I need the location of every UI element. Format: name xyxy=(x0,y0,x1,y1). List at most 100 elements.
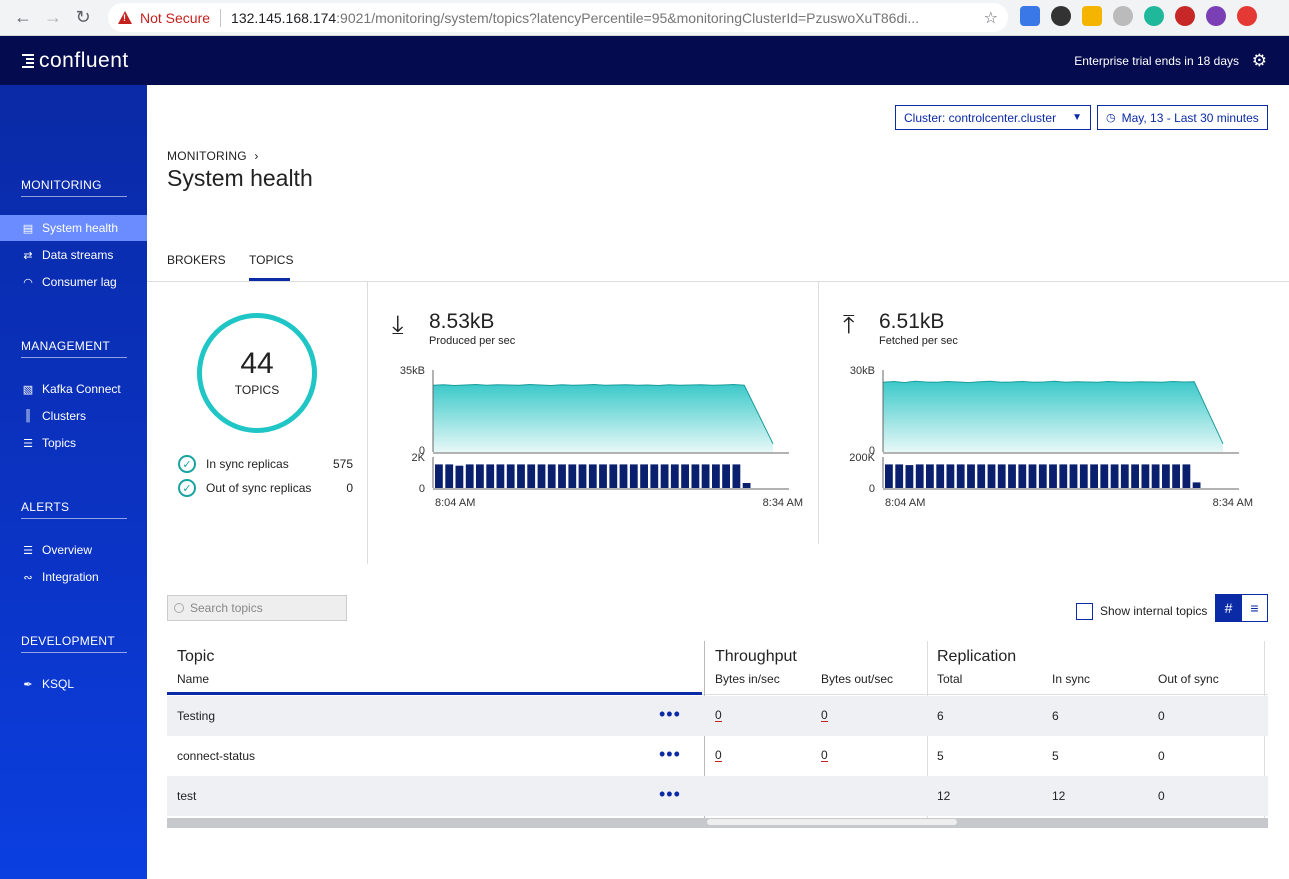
table-row[interactable]: test ••• 12 12 0 xyxy=(167,776,1268,816)
bytes-in[interactable]: 0 xyxy=(715,749,722,762)
bar xyxy=(895,464,904,488)
sidebar-item-integration[interactable]: ∾ Integration xyxy=(0,564,147,590)
bar xyxy=(956,464,965,488)
bar xyxy=(435,464,443,488)
bar-view-button[interactable]: ≡ xyxy=(1241,594,1268,622)
bytes-out[interactable]: 0 xyxy=(821,709,828,722)
bar xyxy=(1069,464,1078,488)
sidebar-item-kafka-connect[interactable]: ▧ Kafka Connect xyxy=(0,376,147,402)
sidebar-item-overview[interactable]: ☰ Overview xyxy=(0,537,147,563)
gear-icon[interactable]: ⚙ xyxy=(1252,51,1267,71)
bar xyxy=(1182,464,1191,488)
bar xyxy=(486,464,495,488)
more-options-icon[interactable]: ••• xyxy=(659,744,681,765)
table-row[interactable]: connect-status ••• 0 0 5 5 0 xyxy=(167,736,1268,776)
replicas-total: 5 xyxy=(937,749,944,763)
extension-icon[interactable] xyxy=(1020,6,1040,26)
table-row[interactable]: Testing ••• 0 0 6 6 0 xyxy=(167,696,1268,736)
sidebar-item-ksql[interactable]: ✒ KSQL xyxy=(0,671,147,697)
replicas-out-of-sync: 0 xyxy=(1158,709,1165,723)
col-in-sync[interactable]: In sync xyxy=(1052,672,1090,686)
streams-icon: ⇄ xyxy=(23,249,33,262)
topic-name[interactable]: connect-status xyxy=(177,749,255,763)
update-icon[interactable] xyxy=(1237,6,1257,26)
sidebar-item-consumer-lag[interactable]: ◠ Consumer lag xyxy=(0,269,147,295)
tab-brokers[interactable]: BROKERS xyxy=(167,253,226,267)
more-options-icon[interactable]: ••• xyxy=(659,704,681,725)
sidebar-item-clusters[interactable]: ║ Clusters xyxy=(0,403,147,429)
replicas-in-sync: 5 xyxy=(1052,749,1059,763)
sidebar-item-data-streams[interactable]: ⇄ Data streams xyxy=(0,242,147,268)
cluster-selector[interactable]: Cluster: controlcenter.cluster ▼ xyxy=(895,105,1091,130)
sidebar-item-topics[interactable]: ☰ Topics xyxy=(0,430,147,456)
back-icon[interactable]: ← xyxy=(8,3,38,33)
confluent-logo[interactable]: confluent xyxy=(22,49,129,73)
bar xyxy=(465,464,474,488)
area-fill xyxy=(433,384,773,452)
url-host: 132.145.168.174 xyxy=(231,9,337,26)
col-out-of-sync[interactable]: Out of sync xyxy=(1158,672,1219,686)
bookmark-star-icon[interactable]: ☆ xyxy=(984,8,998,28)
address-bar[interactable]: Not Secure 132.145.168.174 :9021/monitor… xyxy=(108,3,1008,32)
bar xyxy=(609,464,618,488)
in-sync-count: 575 xyxy=(332,457,353,471)
browser-toolbar: ← → ↻ Not Secure 132.145.168.174 :9021/m… xyxy=(0,0,1289,36)
sidebar-section-development: DEVELOPMENT xyxy=(21,634,115,648)
bar xyxy=(712,464,720,488)
group-replication: Replication xyxy=(937,648,1017,665)
col-bytes-in[interactable]: Bytes in/sec xyxy=(715,672,780,686)
sidebar-item-system-health[interactable]: ▤ System health xyxy=(0,215,147,241)
scrollbar-thumb[interactable] xyxy=(707,819,957,825)
logo-text: confluent xyxy=(39,48,129,72)
trial-notice: Enterprise trial ends in 18 days xyxy=(1074,53,1239,68)
bytes-in[interactable]: 0 xyxy=(715,709,722,722)
bar xyxy=(905,465,914,488)
replicas-out-of-sync: 0 xyxy=(1158,789,1165,803)
show-internal-topics-checkbox[interactable] xyxy=(1076,603,1093,620)
profile-avatar[interactable] xyxy=(1206,6,1226,26)
ksql-icon: ✒ xyxy=(23,678,33,691)
col-total[interactable]: Total xyxy=(937,672,962,686)
extension-icon[interactable] xyxy=(1144,6,1164,26)
search-input[interactable]: Search topics xyxy=(167,595,347,621)
sort-indicator xyxy=(167,692,702,695)
replicas-total: 12 xyxy=(937,789,951,803)
tab-topics[interactable]: TOPICS xyxy=(249,253,293,267)
sidebar: MONITORING ▤ System health ⇄ Data stream… xyxy=(0,85,147,879)
reload-icon[interactable]: ↻ xyxy=(68,3,98,33)
col-bytes-out[interactable]: Bytes out/sec xyxy=(821,672,893,686)
y-tick-label: 0 xyxy=(869,483,875,495)
col-name[interactable]: Name xyxy=(177,672,209,686)
topic-name[interactable]: Testing xyxy=(177,709,215,723)
forward-icon[interactable]: → xyxy=(38,3,68,33)
extension-icon[interactable] xyxy=(1113,6,1133,26)
show-internal-topics-label: Show internal topics xyxy=(1100,604,1208,618)
bar xyxy=(1008,464,1016,488)
bytes-out[interactable]: 0 xyxy=(821,749,828,762)
bar xyxy=(681,464,689,488)
more-options-icon[interactable]: ••• xyxy=(659,784,681,805)
out-of-sync-replicas-row: ✓ Out of sync replicas 0 xyxy=(178,479,353,497)
horizontal-scrollbar[interactable] xyxy=(167,818,1268,828)
produced-label: Produced per sec xyxy=(429,335,516,347)
breadcrumb[interactable]: MONITORING › xyxy=(167,149,259,163)
bar xyxy=(885,464,893,488)
connect-icon: ▧ xyxy=(22,383,34,396)
bar xyxy=(967,464,975,488)
hash-view-button[interactable]: # xyxy=(1215,594,1242,622)
sidebar-section-management: MANAGEMENT xyxy=(21,339,111,353)
bar xyxy=(1079,464,1088,488)
extension-icon[interactable] xyxy=(1175,6,1195,26)
extensions xyxy=(1020,6,1257,26)
bar xyxy=(445,464,454,488)
bar xyxy=(650,464,659,488)
gauge-icon: ◠ xyxy=(23,276,33,289)
extension-icon[interactable] xyxy=(1051,6,1071,26)
extension-icon[interactable] xyxy=(1082,6,1102,26)
fetched-value: 6.51kB xyxy=(879,310,945,333)
area-fill xyxy=(883,381,1223,452)
list-icon: ☰ xyxy=(23,544,33,557)
in-sync-replicas-row: ✓ In sync replicas 575 xyxy=(178,455,353,473)
time-range-selector[interactable]: ◷ May, 13 - Last 30 minutes xyxy=(1097,105,1268,130)
topic-name[interactable]: test xyxy=(177,789,196,803)
